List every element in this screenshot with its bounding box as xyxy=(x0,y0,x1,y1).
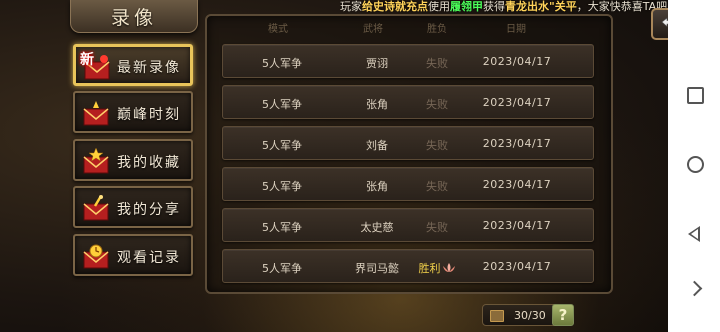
android-nav-bar xyxy=(668,0,720,332)
broadcast-marquee: 玩家给史诗就充点使用履翎甲获得青龙出水"关平，大家快恭喜TA吧 xyxy=(340,0,668,14)
envelope-share-icon xyxy=(83,195,109,221)
row-result: 失败 xyxy=(426,180,448,193)
row-mode: 5人军争 xyxy=(262,221,302,234)
lotus-win-icon xyxy=(442,263,455,272)
menu-label: 观看记录 xyxy=(117,250,181,266)
broadcast-reward: 青龙出水"关平 xyxy=(505,0,577,13)
menu-label: 我的收藏 xyxy=(117,155,181,171)
header-general: 武将 xyxy=(363,24,383,35)
broadcast-player: 给史诗就充点 xyxy=(362,0,428,13)
broadcast-prefix: 玩家 xyxy=(340,0,362,13)
home-icon[interactable] xyxy=(687,156,704,173)
row-result-text: 胜利 xyxy=(418,262,441,275)
menu-my-shares[interactable]: 我的分享 xyxy=(73,186,193,228)
menu-watch-history[interactable]: 观看记录 xyxy=(73,234,193,276)
menu-label: 最新录像 xyxy=(117,60,181,76)
page-title: 录像 xyxy=(110,7,157,29)
chevron-right-icon[interactable] xyxy=(686,280,703,297)
row-mode: 5人军争 xyxy=(262,180,302,193)
row-result: 胜利 xyxy=(407,260,467,276)
row-result: 失败 xyxy=(426,98,448,111)
replay-row[interactable]: 5人军争 太史慈 失败 2023/04/17 xyxy=(222,208,594,242)
row-mode: 5人军争 xyxy=(262,139,302,152)
new-tag: 新 xyxy=(80,52,94,68)
replay-row[interactable]: 5人军争 界司马懿 胜利 2023/04/17 xyxy=(222,249,594,283)
game-screen: 玩家给史诗就充点使用履翎甲获得青龙出水"关平，大家快恭喜TA吧 录像 新 最新录… xyxy=(0,0,668,332)
row-date: 2023/04/17 xyxy=(482,260,552,273)
header-result: 胜负 xyxy=(427,24,447,35)
row-result: 失败 xyxy=(426,57,448,70)
header-date: 日期 xyxy=(506,24,526,35)
page-count: 30/30 xyxy=(514,309,546,322)
row-mode: 5人军争 xyxy=(262,57,302,70)
envelope-history-icon xyxy=(83,244,109,269)
replay-box-icon xyxy=(490,310,504,322)
replay-row[interactable]: 5人军争 贾诩 失败 2023/04/17 xyxy=(222,44,594,78)
help-button[interactable]: ? xyxy=(552,304,574,326)
row-mode: 5人军争 xyxy=(262,98,302,111)
row-date: 2023/04/17 xyxy=(482,178,552,191)
menu-my-favorites[interactable]: 我的收藏 xyxy=(73,139,193,181)
back-triangle-icon[interactable] xyxy=(688,226,700,242)
row-date: 2023/04/17 xyxy=(482,55,552,68)
title-plate: 录像 xyxy=(70,0,198,33)
envelope-star-icon xyxy=(83,147,109,174)
broadcast-item: 履翎甲 xyxy=(450,0,483,13)
envelope-peak-icon xyxy=(83,101,109,126)
recent-apps-icon[interactable] xyxy=(687,87,704,104)
row-result: 失败 xyxy=(426,221,448,234)
menu-label: 巅峰时刻 xyxy=(117,107,181,123)
row-date: 2023/04/17 xyxy=(482,137,552,150)
replay-row[interactable]: 5人军争 张角 失败 2023/04/17 xyxy=(222,85,594,119)
replay-row[interactable]: 5人军争 张角 失败 2023/04/17 xyxy=(222,167,594,201)
row-mode: 5人军争 xyxy=(262,262,302,275)
back-button[interactable] xyxy=(651,8,668,40)
row-date: 2023/04/17 xyxy=(482,219,552,232)
table-header: 模式 武将 胜负 日期 xyxy=(222,18,594,36)
row-date: 2023/04/17 xyxy=(482,96,552,109)
broadcast-mid1: 使用 xyxy=(428,0,450,13)
menu-peak-moments[interactable]: 巅峰时刻 xyxy=(73,91,193,133)
broadcast-mid2: 获得 xyxy=(483,0,505,13)
replay-row[interactable]: 5人军争 刘备 失败 2023/04/17 xyxy=(222,126,594,160)
header-mode: 模式 xyxy=(268,24,288,35)
menu-label: 我的分享 xyxy=(117,202,181,218)
return-arrow-icon xyxy=(661,17,668,28)
menu-latest-replays[interactable]: 新 最新录像 xyxy=(73,44,193,86)
row-result: 失败 xyxy=(426,139,448,152)
